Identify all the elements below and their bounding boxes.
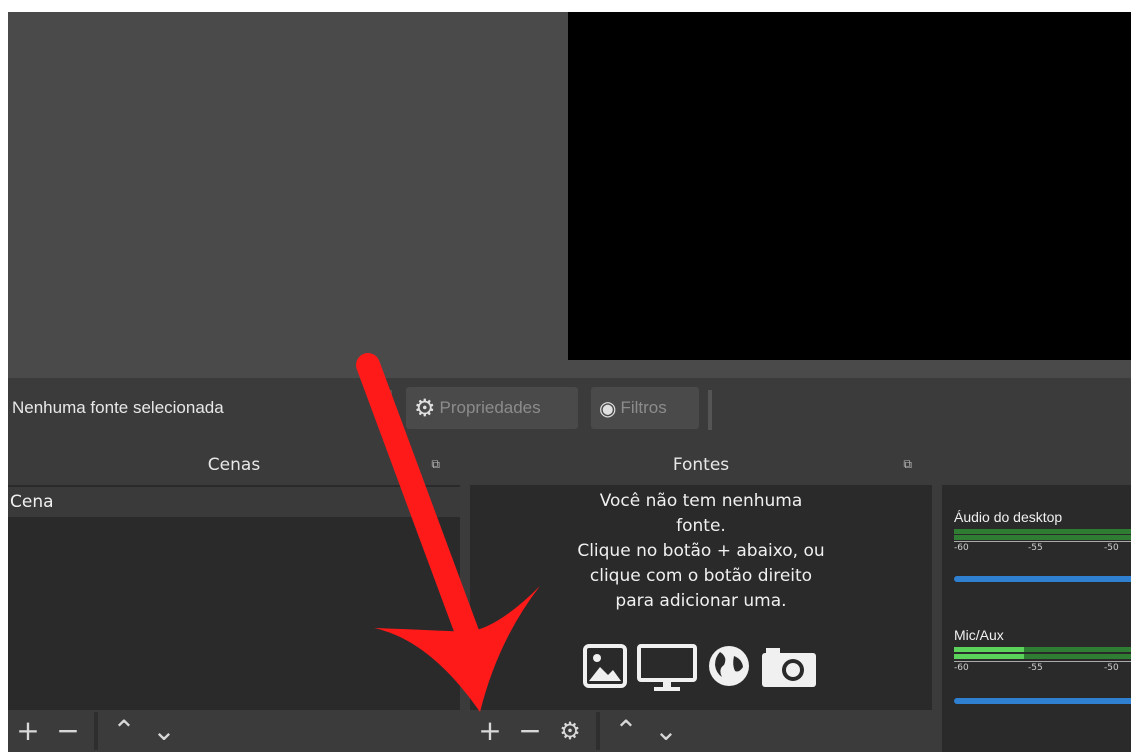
sources-header: Fontes ⧉ [470, 445, 932, 485]
filters-label: Filtros [620, 398, 667, 417]
toolbar-separator [708, 390, 712, 430]
sources-footer: + − ⚙ ⌃ ⌄ [470, 710, 932, 752]
toolbar-separator [388, 390, 392, 430]
move-up-icon[interactable]: ⌃ [104, 711, 144, 751]
undock-icon[interactable]: ⧉ [903, 457, 912, 472]
sources-empty-message: Você não tem nenhuma fonte. Clique no bo… [470, 489, 932, 614]
audio-meter [1024, 654, 1131, 659]
mixer-header [942, 445, 1131, 485]
source-properties-gear-icon[interactable]: ⚙ [550, 711, 590, 751]
empty-line: clique com o botão direito [589, 566, 813, 586]
empty-line: Você não tem nenhuma [599, 491, 803, 511]
audio-meter [1024, 647, 1131, 652]
preview-area [8, 12, 568, 378]
properties-button[interactable]: ⚙ Propriedades [406, 387, 578, 429]
audio-meter [954, 535, 1131, 540]
undock-icon[interactable]: ⧉ [431, 457, 440, 472]
scale-label: -60 [954, 543, 969, 553]
move-down-icon[interactable]: ⌄ [144, 711, 184, 751]
properties-label: Propriedades [439, 398, 541, 417]
source-type-icons [582, 643, 818, 693]
scale-label: -60 [954, 663, 969, 673]
scenes-header: Cenas ⧉ [8, 445, 460, 485]
scene-item[interactable]: Cena [8, 487, 460, 517]
meter-scale-line [954, 541, 1131, 542]
audio-meter [954, 529, 1131, 534]
scale-label: -55 [1028, 663, 1043, 673]
gear-icon: ⚙ [414, 394, 436, 422]
globe-icon [709, 646, 749, 686]
volume-slider[interactable] [954, 698, 1131, 704]
camera-icon [762, 648, 816, 687]
footer-separator [94, 712, 98, 750]
remove-source-button[interactable]: − [510, 711, 550, 751]
audio-meter-level [954, 647, 1024, 652]
obs-window: Nenhuma fonte selecionada ⚙ Propriedades… [8, 12, 1131, 752]
no-source-label: Nenhuma fonte selecionada [12, 398, 224, 417]
scale-label: -50 [1104, 543, 1119, 553]
audio-meter-level [954, 654, 1024, 659]
remove-scene-button[interactable]: − [48, 711, 88, 751]
preview-margin [568, 360, 1131, 378]
scenes-footer: + − ⌃ ⌄ [8, 710, 460, 752]
mixer-channel-name: Mic/Aux [954, 627, 1004, 643]
add-source-button[interactable]: + [470, 711, 510, 751]
empty-line: fonte. [676, 516, 726, 536]
move-down-icon[interactable]: ⌄ [646, 711, 686, 751]
add-scene-button[interactable]: + [8, 711, 48, 751]
empty-line: Clique no botão + abaixo, ou [577, 541, 825, 561]
monitor-icon [637, 644, 697, 691]
filters-button[interactable]: ◉ Filtros [591, 387, 699, 429]
move-up-icon[interactable]: ⌃ [606, 711, 646, 751]
empty-line: para adicionar uma. [615, 591, 787, 611]
meter-scale: -60 -55 -50 [954, 543, 1131, 555]
filter-icon: ◉ [599, 397, 617, 420]
sources-dock: Fontes ⧉ Você não tem nenhuma fonte. Cli… [470, 445, 932, 752]
volume-slider[interactable] [954, 576, 1131, 582]
preview-canvas[interactable] [568, 12, 1131, 360]
meter-scale-line [954, 661, 1131, 662]
scenes-dock: Cenas ⧉ Cena + − ⌃ ⌄ [8, 445, 460, 752]
mixer-dock: Áudio do desktop -60 -55 -50 Mic/Aux -60… [942, 445, 1131, 752]
footer-separator [596, 712, 600, 750]
scale-label: -50 [1104, 663, 1119, 673]
scenes-title: Cenas [207, 455, 261, 475]
sources-title: Fontes [672, 455, 730, 475]
image-icon [583, 644, 627, 688]
scale-label: -55 [1028, 543, 1043, 553]
meter-scale: -60 -55 -50 [954, 663, 1131, 675]
mixer-channel-name: Áudio do desktop [954, 509, 1063, 525]
